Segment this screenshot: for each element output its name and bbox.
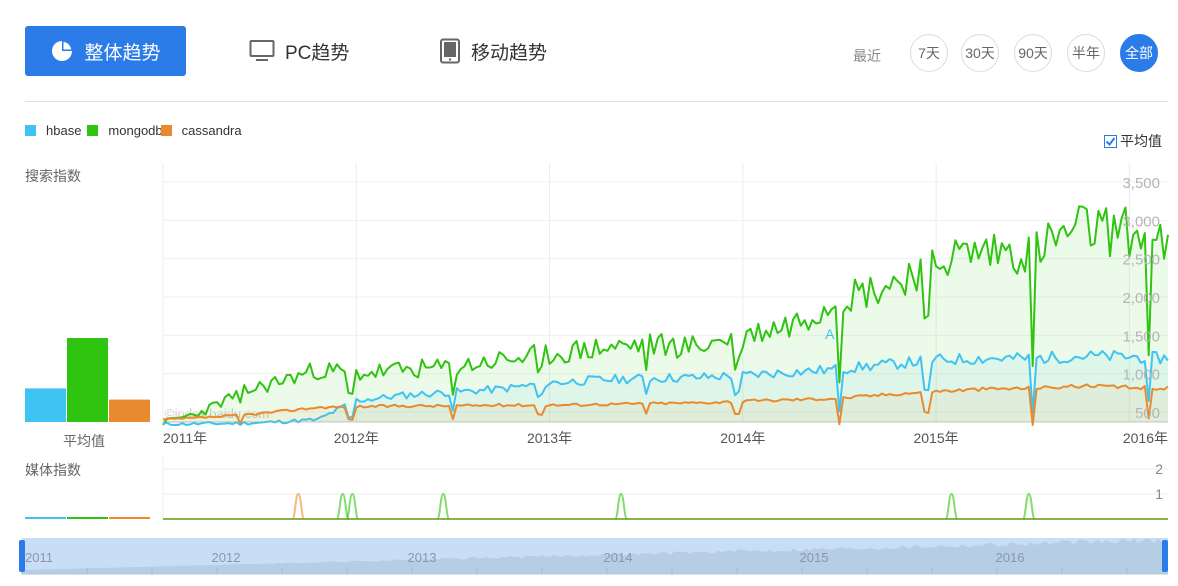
media-y-tick-label: 2 bbox=[1155, 461, 1163, 477]
navigator-tick-label: 2016 bbox=[996, 550, 1025, 565]
y-tick-label: 3,500 bbox=[1122, 175, 1160, 192]
media-average-bar bbox=[67, 517, 108, 519]
navigator-tick-label: 2012 bbox=[212, 550, 241, 565]
navigator-left-handle[interactable] bbox=[19, 540, 25, 572]
media-spike-mongodb bbox=[436, 492, 451, 520]
navigator-tick-label: 2014 bbox=[604, 550, 633, 565]
media-index-chart: 21 bbox=[25, 455, 1168, 520]
media-spike-mongodb bbox=[1021, 492, 1036, 520]
media-spike-cassandra bbox=[291, 492, 306, 520]
x-tick-label: 2011年 bbox=[163, 430, 207, 446]
x-tick-label: 2014年 bbox=[720, 430, 765, 446]
navigator-tick-label: 2013 bbox=[408, 550, 437, 565]
y-tick-label: 1,000 bbox=[1122, 367, 1160, 384]
y-tick-label: 2,500 bbox=[1122, 252, 1160, 269]
media-spike-mongodb bbox=[614, 492, 629, 520]
y-tick-label: 3,000 bbox=[1122, 213, 1160, 230]
media-average-bar bbox=[109, 517, 150, 519]
x-tick-label: 2015年 bbox=[913, 430, 958, 446]
x-tick-label: 2016年 bbox=[1123, 430, 1168, 446]
y-tick-label: 500 bbox=[1135, 405, 1160, 422]
x-tick-label: 2012年 bbox=[334, 430, 379, 446]
time-navigator[interactable]: 2011 2012 2013 2014 2015 2016 bbox=[0, 535, 1178, 579]
x-tick-label: 2013年 bbox=[527, 430, 572, 446]
media-spike-mongodb bbox=[944, 492, 959, 520]
search-index-chart: ©index.baidu.com A3,5003,0002,5002,0001,… bbox=[162, 163, 1169, 446]
annotation-marker[interactable]: A bbox=[825, 326, 835, 342]
y-tick-label: 1,500 bbox=[1122, 328, 1160, 345]
media-y-tick-label: 1 bbox=[1155, 486, 1163, 502]
media-spike-mongodb bbox=[335, 492, 350, 520]
media-average-bar bbox=[25, 517, 66, 519]
y-tick-label: 2,000 bbox=[1122, 290, 1160, 307]
media-spike-mongodb bbox=[345, 492, 360, 520]
navigator-right-handle[interactable] bbox=[1162, 540, 1168, 572]
navigator-tick-label: 2015 bbox=[800, 550, 829, 565]
navigator-tick-label: 2011 bbox=[25, 550, 53, 565]
